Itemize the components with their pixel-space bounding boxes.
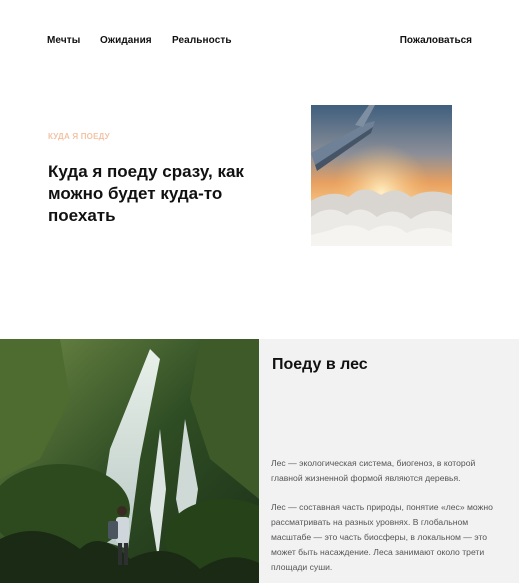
top-nav: Мечты Ожидания Реальность Пожаловаться	[47, 35, 472, 47]
hero-kicker: Куда я поеду	[48, 132, 110, 141]
nav-link-reality[interactable]: Реальность	[172, 35, 232, 46]
forest-paragraph: Лес — составная часть природы, понятие «…	[271, 502, 493, 572]
forest-text-panel: Поеду в лес Лес — экологическая система,…	[259, 339, 519, 583]
nav-link-expectations[interactable]: Ожидания	[100, 35, 152, 46]
hero-image	[311, 105, 452, 246]
complain-link[interactable]: Пожаловаться	[400, 35, 472, 46]
forest-paragraph: Лес — экологическая система, биогеноз, в…	[271, 458, 476, 483]
nav-link-dreams[interactable]: Мечты	[47, 35, 80, 46]
forest-image	[0, 339, 259, 583]
airplane-wing-over-clouds-icon	[311, 105, 452, 246]
waterfall-jungle-hiker-icon	[0, 339, 259, 583]
hero-title: Куда я поеду сразу, как можно будет куда…	[48, 162, 244, 225]
forest-title: Поеду в лес	[272, 356, 368, 373]
